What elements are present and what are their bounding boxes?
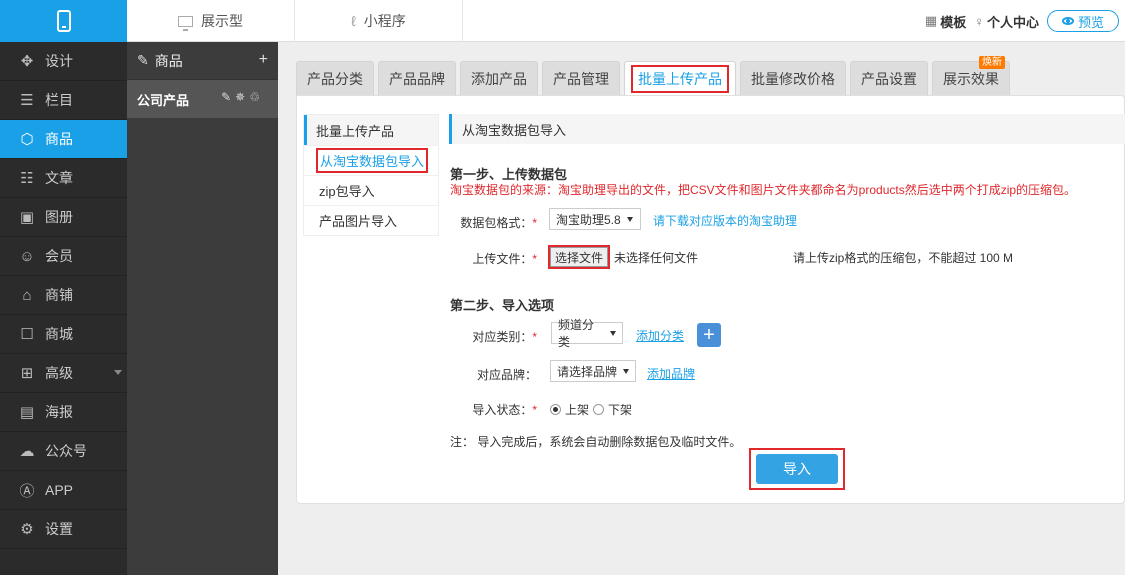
left-nav-header: 批量上传产品 — [304, 115, 438, 145]
chevron-down-icon — [114, 370, 122, 375]
file-hint: 请上传zip格式的压缩包，不能超过 100 M — [793, 251, 1014, 265]
tab-batch-price[interactable]: 批量修改价格 — [740, 61, 846, 95]
content-panel: 批量上传产品 从淘宝数据包导入 zip包导入 产品图片导入 从淘宝数据包导入 第… — [296, 95, 1125, 504]
item-tools: ✎✵♲ — [221, 90, 264, 104]
add-category-button[interactable]: + — [697, 323, 721, 347]
status-label: 导入状态：* — [472, 403, 537, 417]
file-status: 未选择任何文件 — [614, 251, 699, 265]
nav-zip-import[interactable]: zip包导入 — [304, 175, 438, 205]
status-on-radio[interactable]: 上架 — [550, 401, 589, 418]
tab-display-effect[interactable]: 展示效果 焕新 — [932, 56, 1010, 95]
article-icon: ☷ — [20, 170, 34, 187]
grid-icon: ⊞ — [20, 365, 34, 382]
person-icon: ♀ — [974, 13, 984, 29]
sidebar-item-poster[interactable]: ▤ 海报 — [0, 393, 127, 432]
file-label: 上传文件：* — [472, 252, 537, 266]
shop-icon: ⌂ — [22, 286, 32, 304]
sidebar-item-wechat[interactable]: ☁ 公众号 — [0, 432, 127, 471]
add-category-link[interactable]: 添加分类 — [636, 327, 684, 344]
nav-taobao-import[interactable]: 从淘宝数据包导入 — [304, 145, 438, 175]
template-link[interactable]: ▦ 模板 — [925, 12, 966, 31]
chevron-down-icon — [626, 216, 633, 222]
sidebar-item-shops[interactable]: ⌂ 商铺 — [0, 276, 127, 315]
sidebar-item-members[interactable]: ☺ 会员 — [0, 237, 127, 276]
cube-icon: ⬡ — [20, 131, 34, 148]
step2-title: 第二步、导入选项 — [450, 298, 555, 313]
sidebar: ✥ 设计 ☰ 栏目 ⬡ 商品 ☷ 文章 ▣ 图册 ☺ 会员 ⌂ 商铺 ☐ 商城 ⊞ 高级 ▤ 海报 … — [0, 42, 127, 575]
personal-center-link[interactable]: ♀ 个人中心 — [974, 12, 1039, 31]
tab-product-management[interactable]: 产品管理 — [542, 61, 620, 95]
brand-select[interactable]: 请选择品牌 — [550, 360, 636, 382]
brand-label: 对应品牌： — [476, 368, 537, 382]
tab-mini-program[interactable]: ℓ 小程序 — [295, 0, 463, 42]
sidebar-item-mall[interactable]: ☐ 商城 — [0, 315, 127, 354]
trash-icon[interactable]: ♲ — [249, 90, 264, 104]
tab-product-settings[interactable]: 产品设置 — [850, 61, 928, 95]
sidebar-item-albums[interactable]: ▣ 图册 — [0, 198, 127, 237]
tab-add-product[interactable]: 添加产品 — [460, 61, 538, 95]
product-panel: ✎ 商品 + 公司产品 ✎✵♲ — [127, 42, 278, 575]
format-label: 数据包格式：* — [460, 216, 537, 230]
eye-icon — [1061, 17, 1074, 25]
chevron-down-icon — [623, 368, 629, 374]
category-select[interactable]: 频道分类 — [551, 318, 623, 349]
footnote: 注： 导入完成后，系统会自动删除数据包及临时文件。 — [450, 435, 742, 449]
add-button[interactable]: + — [259, 51, 268, 69]
poster-icon: ▤ — [19, 404, 35, 421]
company-products-item[interactable]: 公司产品 ✎✵♲ — [127, 80, 278, 118]
design-icon: ✥ — [20, 53, 34, 70]
top-right-actions: ▦ 模板 ♀ 个人中心 预览 — [925, 0, 1119, 42]
tab-product-brand[interactable]: 产品品牌 — [378, 61, 456, 95]
status-off-radio[interactable]: 下架 — [593, 401, 632, 418]
radio-unchecked-icon — [593, 404, 604, 415]
mobile-logo[interactable] — [0, 0, 127, 42]
chevron-down-icon — [610, 330, 616, 336]
choose-file-button[interactable]: 选择文件 — [547, 245, 611, 269]
sidebar-item-settings[interactable]: ⚙ 设置 — [0, 510, 127, 549]
template-icon: ▦ — [924, 13, 938, 28]
format-select[interactable]: 淘宝助理5.8 — [549, 208, 641, 230]
radio-checked-icon — [550, 404, 561, 415]
product-panel-header: ✎ 商品 + — [127, 42, 278, 80]
source-note: 淘宝数据包的来源：淘宝助理导出的文件，把CSV文件和图片文件夹都命名为produ… — [450, 183, 1077, 197]
magic-icon[interactable]: ✵ — [235, 90, 249, 104]
sidebar-item-advanced[interactable]: ⊞ 高级 — [0, 354, 127, 393]
phone-icon — [56, 10, 71, 32]
image-icon: ▣ — [19, 209, 35, 226]
user-icon: ☺ — [19, 247, 35, 265]
monitor-icon — [178, 15, 193, 31]
top-bar: 展示型 ℓ 小程序 ▦ 模板 ♀ 个人中心 预览 — [0, 0, 1125, 42]
tab-batch-upload[interactable]: 批量上传产品 — [624, 61, 736, 95]
import-highlight: 导入 — [749, 448, 845, 490]
left-nav: 批量上传产品 从淘宝数据包导入 zip包导入 产品图片导入 — [303, 114, 439, 236]
add-brand-link[interactable]: 添加品牌 — [647, 365, 695, 382]
tab-bar: 产品分类 产品品牌 添加产品 产品管理 批量上传产品 批量修改价格 产品设置 展… — [296, 56, 1010, 95]
plus-icon: + — [703, 323, 715, 346]
sidebar-item-products[interactable]: ⬡ 商品 — [0, 120, 127, 159]
tab-product-category[interactable]: 产品分类 — [296, 61, 374, 95]
new-badge: 焕新 — [979, 56, 1005, 69]
sidebar-item-articles[interactable]: ☷ 文章 — [0, 159, 127, 198]
import-button[interactable]: 导入 — [756, 454, 838, 484]
sidebar-item-design[interactable]: ✥ 设计 — [0, 42, 127, 81]
settings-icon: ⚙ — [20, 521, 34, 538]
category-label: 对应类别：* — [472, 330, 537, 344]
wechat-icon: ☁ — [19, 443, 35, 460]
section-title: 从淘宝数据包导入 — [449, 114, 1125, 144]
nav-image-import[interactable]: 产品图片导入 — [304, 205, 438, 235]
mall-icon: ☐ — [20, 326, 34, 343]
tab-display-type[interactable]: 展示型 — [127, 0, 295, 42]
list-icon: ☰ — [20, 92, 34, 109]
link-icon: ℓ — [351, 13, 356, 29]
preview-button[interactable]: 预览 — [1047, 10, 1119, 32]
sidebar-item-column[interactable]: ☰ 栏目 — [0, 81, 127, 120]
pencil-icon[interactable]: ✎ — [221, 90, 235, 104]
edit-icon: ✎ — [137, 52, 149, 68]
app-icon: Ⓐ — [19, 482, 35, 500]
sidebar-item-app[interactable]: Ⓐ APP — [0, 471, 127, 510]
main-content: 产品分类 产品品牌 添加产品 产品管理 批量上传产品 批量修改价格 产品设置 展… — [278, 42, 1125, 575]
download-taobao-link[interactable]: 请下载对应版本的淘宝助理 — [653, 212, 797, 229]
